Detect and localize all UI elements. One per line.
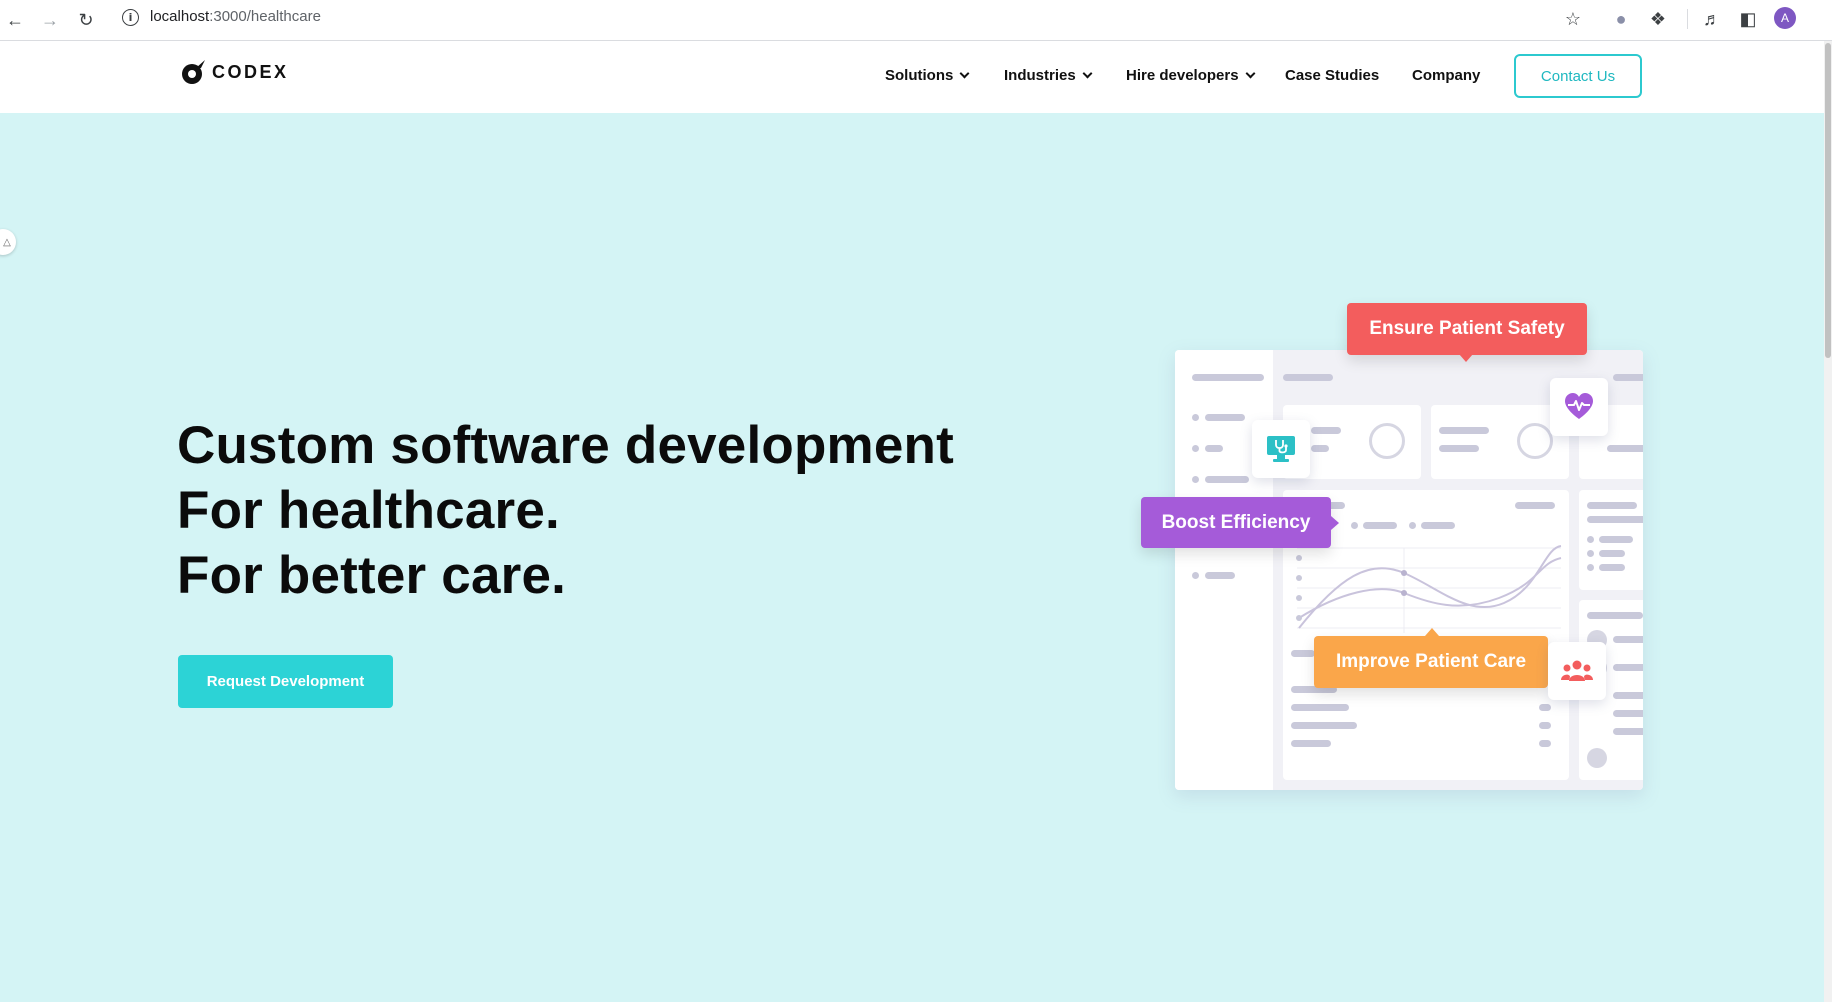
chevron-down-icon (1245, 68, 1256, 79)
logo-icon (182, 60, 205, 84)
extension-icon[interactable]: ● (1608, 6, 1634, 32)
page-scrollbar[interactable] (1824, 41, 1832, 1002)
codex-logo[interactable]: CODEX (180, 58, 289, 86)
nav-industries[interactable]: Industries (1004, 67, 1093, 84)
hero-section: △ Custom software development For health… (0, 113, 1832, 1002)
hero-title-line: Custom software development (177, 416, 954, 475)
hero-title-line: For healthcare. (177, 481, 560, 540)
chevron-down-icon (1082, 68, 1093, 79)
nav-company-label: Company (1412, 67, 1481, 84)
mockup-sidebar (1175, 350, 1273, 790)
url-host: localhost (150, 8, 210, 25)
nav-case-studies-label: Case Studies (1285, 67, 1380, 84)
browser-toolbar: ← → ↻ i localhost:3000/healthcare ☆ ● ❖ … (0, 0, 1832, 41)
heartbeat-icon (1550, 378, 1608, 436)
nav-industries-label: Industries (1004, 67, 1076, 84)
hero-title-line: For better care. (177, 546, 567, 605)
doctor-monitor-icon (1252, 420, 1310, 478)
reload-icon[interactable]: ↻ (74, 8, 98, 32)
info-icon[interactable]: i (122, 9, 139, 26)
address-bar[interactable]: localhost:3000/healthcare (150, 7, 321, 27)
nav-case-studies[interactable]: Case Studies (1285, 67, 1379, 84)
scrollbar-thumb[interactable] (1825, 43, 1831, 358)
nav-hire-developers-label: Hire developers (1126, 67, 1239, 84)
forward-icon[interactable]: → (38, 8, 62, 32)
request-development-button[interactable]: Request Development (178, 655, 393, 708)
star-icon[interactable]: ☆ (1560, 6, 1586, 32)
sidepanel-icon[interactable]: ◧ (1735, 6, 1761, 32)
hero-title: Custom software development For healthca… (177, 413, 954, 608)
chevron-down-icon (959, 68, 970, 79)
media-icon[interactable]: ♬ (1699, 6, 1725, 32)
ensure-patient-safety-tag: Ensure Patient Safety (1347, 303, 1587, 362)
healthcare-dashboard-illustration: Ensure Patient Safety Boost Efficiency I… (1140, 303, 1650, 803)
people-group-icon (1548, 642, 1606, 700)
mockup-line-chart (1296, 545, 1562, 633)
toolbar-separator (1687, 9, 1688, 29)
puzzle-icon[interactable]: ❖ (1645, 6, 1671, 32)
contact-us-button[interactable]: Contact Us (1514, 54, 1642, 98)
back-icon[interactable]: ← (3, 8, 27, 32)
boost-efficiency-tag: Boost Efficiency (1141, 497, 1339, 548)
nav-hire-developers[interactable]: Hire developers (1126, 67, 1256, 84)
improve-patient-care-tag: Improve Patient Care (1314, 628, 1548, 688)
profile-avatar[interactable]: A (1774, 7, 1796, 29)
nav-solutions[interactable]: Solutions (885, 67, 970, 84)
side-widget-icon[interactable]: △ (0, 229, 16, 255)
nav-solutions-label: Solutions (885, 67, 954, 84)
url-path: :3000/healthcare (209, 8, 321, 25)
nav-company[interactable]: Company (1412, 67, 1480, 84)
logo-text: CODEX (212, 61, 289, 82)
site-header: CODEX Solutions Industries Hire develope… (0, 41, 1832, 113)
